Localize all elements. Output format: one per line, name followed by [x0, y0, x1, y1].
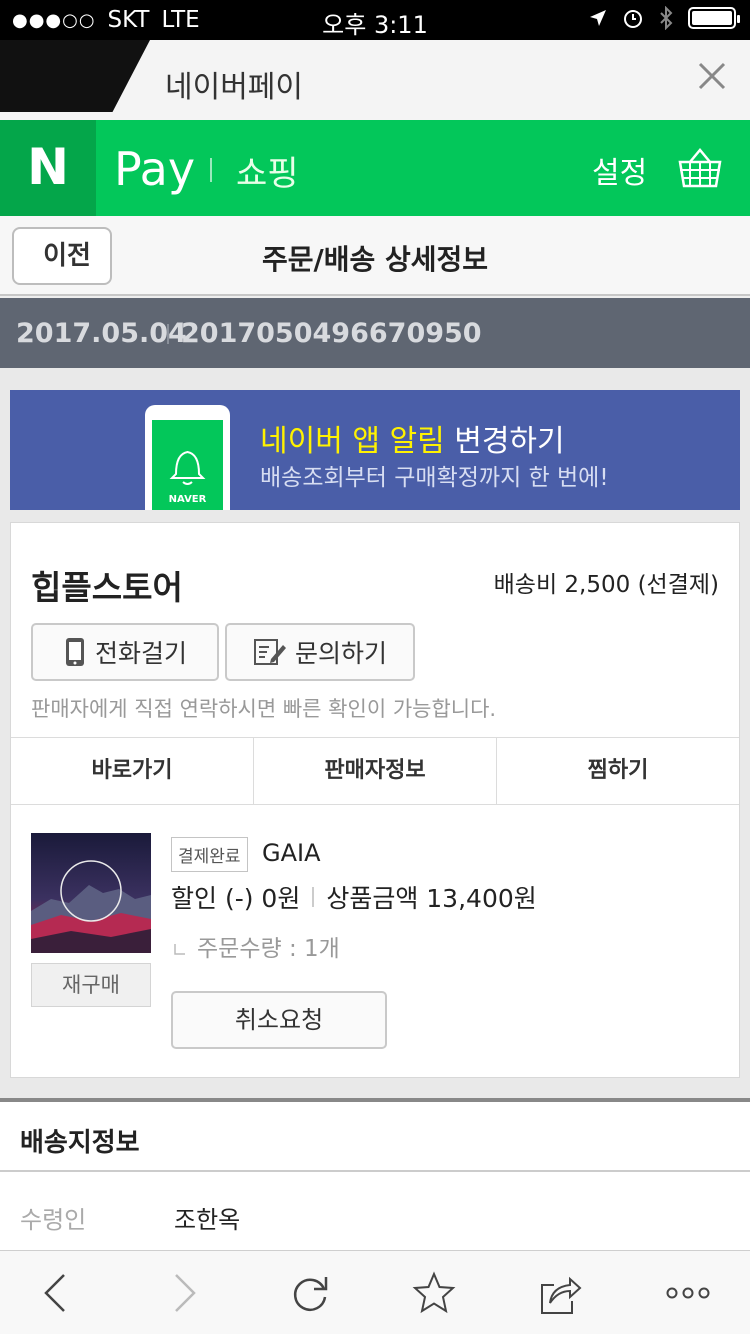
share-icon[interactable] [538, 1271, 582, 1315]
banner-title: 네이버 앱 알림 변경하기 [260, 424, 565, 459]
delivery-info-header: 배송지정보 [0, 1098, 750, 1172]
album-cover-image[interactable] [31, 833, 151, 953]
browser-tab-bar: 네이버페이 [0, 40, 750, 120]
divider [210, 158, 212, 182]
tab-shortcut[interactable]: 바로가기 [11, 738, 254, 804]
product-amount: 상품금액 13,400원 [326, 884, 537, 913]
title-bar: 주문/배송 상세정보 이전 [0, 216, 750, 296]
store-tabs: 바로가기 판매자정보 찜하기 [11, 737, 739, 805]
cancel-request-button[interactable]: 취소요청 [171, 991, 387, 1049]
browser-toolbar [0, 1250, 750, 1334]
tab-wishlist[interactable]: 찜하기 [497, 738, 739, 804]
recipient-row: 수령인 조한옥 [0, 1172, 750, 1250]
store-name: 힙플스토어 [31, 568, 183, 607]
naver-pay-header: N Pay 쇼핑 설정 [0, 120, 750, 216]
phone-naver-label: NAVER [168, 494, 207, 505]
close-icon[interactable] [694, 58, 730, 94]
bell-icon [169, 450, 206, 485]
order-number: 2017050496670950 [181, 318, 482, 349]
bookmark-icon[interactable] [412, 1271, 456, 1315]
battery-icon [688, 7, 740, 29]
location-icon [590, 10, 606, 26]
reload-icon[interactable] [288, 1271, 332, 1315]
settings-link[interactable]: 설정 [592, 148, 647, 192]
back-button[interactable]: 이전 [12, 227, 112, 285]
call-button[interactable]: 전화걸기 [31, 623, 219, 681]
naver-logo[interactable]: N [0, 120, 96, 216]
bluetooth-icon [660, 6, 673, 30]
more-icon[interactable] [664, 1271, 712, 1315]
phone-icon [65, 638, 84, 666]
page-title: 주문/배송 상세정보 [261, 243, 489, 276]
payment-status-badge: 결제완료 [171, 837, 248, 872]
shipping-fee: 배송비 2,500 (선결제) [493, 572, 719, 598]
inquiry-button[interactable]: 문의하기 [225, 623, 415, 681]
order-date: 2017.05.04 [16, 318, 187, 349]
rebuy-button[interactable]: 재구매 [31, 963, 151, 1007]
price-line: 할인 (-) 0원 상품금액 13,400원 [171, 879, 537, 915]
order-quantity: 주문수량 : 1개 [171, 929, 340, 963]
contact-hint: 판매자에게 직접 연락하시면 빠른 확인이 가능합니다. [31, 697, 497, 721]
tab-seller-info[interactable]: 판매자정보 [254, 738, 497, 804]
alarm-icon [624, 10, 642, 28]
recipient-label: 수령인 [20, 1206, 87, 1234]
section-title: 배송지정보 [20, 1128, 140, 1158]
app-notification-banner[interactable]: NAVER 네이버 앱 알림 변경하기 배송조회부터 구매확정까지 한 번에! [10, 390, 740, 510]
order-info-bar: 2017.05.04 2017050496670950 [0, 298, 750, 377]
shopping-link[interactable]: 쇼핑 [236, 146, 299, 195]
forward-icon[interactable] [162, 1271, 206, 1315]
order-card: 힙플스토어 배송비 2,500 (선결제) 전화걸기 문의하기 판매자에게 직접… [10, 522, 740, 1078]
edit-icon [253, 639, 286, 665]
sub-item-icon [174, 943, 185, 955]
divider [167, 324, 169, 344]
pay-link[interactable]: Pay [114, 142, 195, 196]
status-bar: ●●●○○ SKT LTE 오후 3:11 [0, 0, 750, 40]
phone-illustration: NAVER [145, 405, 230, 510]
shopping-basket-icon[interactable] [676, 146, 724, 190]
tab-shape [0, 40, 150, 112]
banner-subtitle: 배송조회부터 구매확정까지 한 번에! [260, 465, 609, 491]
back-icon[interactable] [34, 1271, 78, 1315]
divider [312, 887, 315, 907]
recipient-value: 조한옥 [174, 1206, 241, 1234]
tab-title[interactable]: 네이버페이 [165, 62, 303, 106]
product-name[interactable]: GAIA [262, 839, 321, 867]
discount-amount: 할인 (-) 0원 [171, 884, 301, 913]
